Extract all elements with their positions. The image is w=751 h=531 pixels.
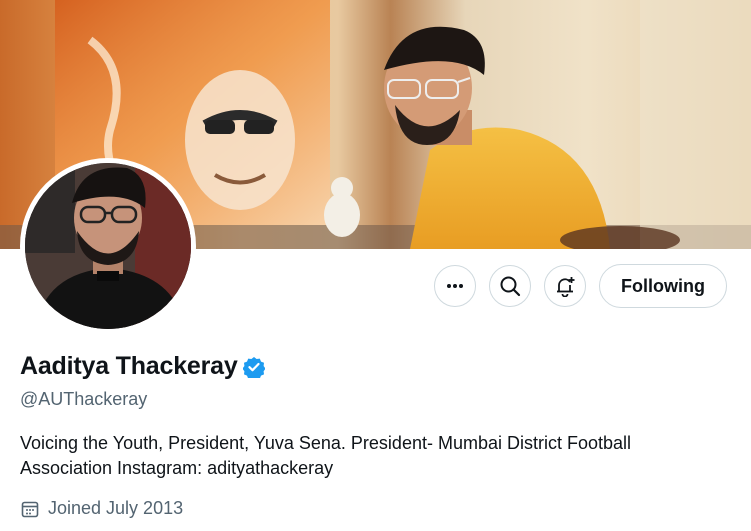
profile-bio: Voicing the Youth, President, Yuva Sena.… [20,433,632,478]
profile-handle: @AUThackeray [20,389,148,409]
verified-badge-icon[interactable] [242,356,265,378]
notification-bell-icon [557,277,575,297]
avatar-image [25,163,191,329]
calendar-icon [21,501,39,517]
following-button[interactable]: Following [599,264,727,308]
profile-name-row: Aaditya Thackeray [20,352,265,381]
search-icon [500,276,521,297]
joined-date: Joined July 2013 [20,498,183,519]
search-button[interactable] [489,265,531,307]
notifications-button[interactable] [544,265,586,307]
joined-text: Joined July 2013 [48,498,184,518]
profile-name: Aaditya Thackeray [20,352,238,380]
more-icon [447,284,463,288]
more-button[interactable] [434,265,476,307]
avatar[interactable] [25,163,191,329]
